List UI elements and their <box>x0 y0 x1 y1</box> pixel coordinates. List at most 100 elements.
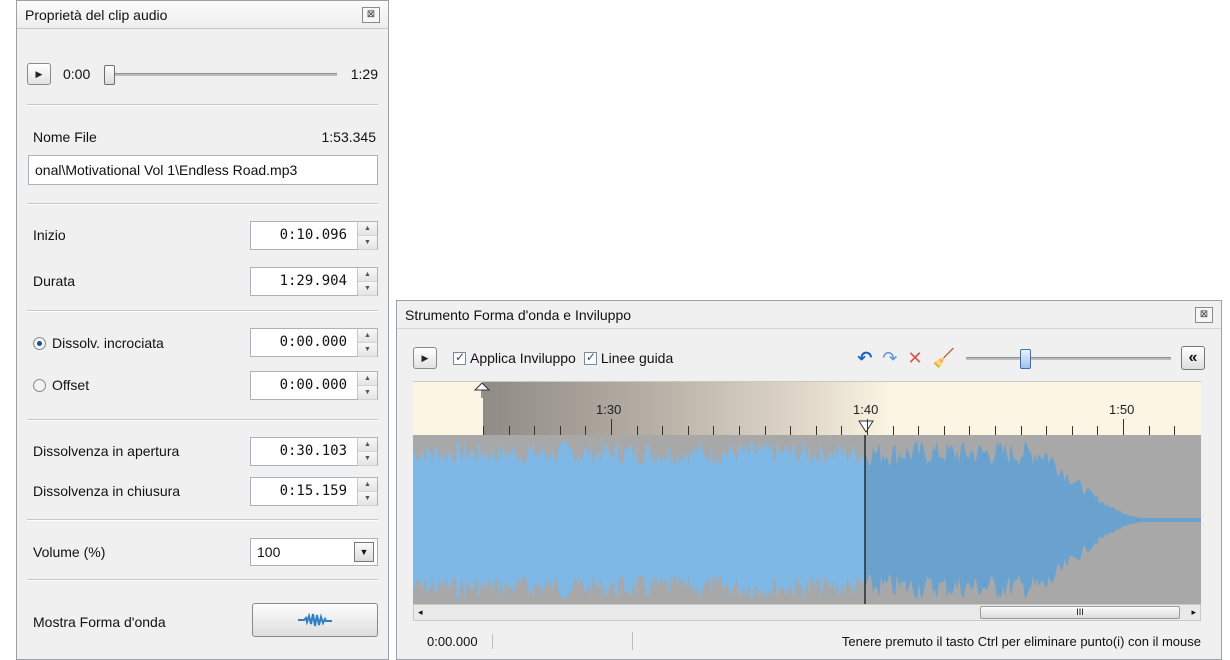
ruler-tick <box>790 426 792 435</box>
fade-out-value[interactable]: 0:15.159 <box>251 478 357 505</box>
crossfade-label: Dissolv. incrociata <box>52 335 164 351</box>
spin-up-icon[interactable]: ▲ <box>358 438 377 452</box>
divider <box>27 579 378 581</box>
offset-radio[interactable]: Offset <box>33 377 89 393</box>
file-path-text: onal\Motivational Vol 1\Endless Road.mp3 <box>35 162 298 178</box>
scroll-thumb[interactable]: III <box>980 606 1180 619</box>
zoom-slider[interactable] <box>966 348 1171 369</box>
ruler-tick <box>969 426 971 435</box>
fade-out-label: Dissolvenza in chiusura <box>33 483 181 499</box>
start-label: Inizio <box>33 227 66 243</box>
close-icon[interactable]: ⊠ <box>1195 306 1213 323</box>
crossfade-value[interactable]: 0:00.000 <box>251 329 357 356</box>
play-icon: ▶ <box>35 68 43 79</box>
player-current-time: 0:00 <box>63 66 91 82</box>
spin-down-icon[interactable]: ▼ <box>358 236 377 250</box>
spin-down-icon[interactable]: ▼ <box>358 386 377 400</box>
broom-clear-icon[interactable]: 🧹 <box>933 348 955 369</box>
radio-unselected-icon[interactable] <box>33 379 46 392</box>
undo-icon[interactable]: ↶ <box>857 348 872 369</box>
wave-play-button[interactable]: ▶ <box>413 347 437 369</box>
clip-panel-titlebar: Proprietà del clip audio ⊠ <box>17 1 388 29</box>
volume-select[interactable]: 100 ▼ <box>250 538 378 566</box>
fade-in-value[interactable]: 0:30.103 <box>251 438 357 465</box>
collapse-button[interactable]: « <box>1181 346 1205 370</box>
ruler-tick <box>1046 426 1048 435</box>
spin-up-icon[interactable]: ▲ <box>358 478 377 492</box>
offset-spinbox[interactable]: 0:00.000 ▲ ▼ <box>250 371 378 400</box>
ruler-tick <box>636 426 638 435</box>
wave-panel-title: Strumento Forma d'onda e Inviluppo <box>405 306 632 323</box>
spin-down-icon[interactable]: ▼ <box>358 343 377 357</box>
start-spinbox[interactable]: 0:10.096 ▲ ▼ <box>250 221 378 250</box>
ruler-tick <box>867 419 868 435</box>
offset-value[interactable]: 0:00.000 <box>251 372 357 399</box>
checkbox-checked-icon[interactable] <box>453 350 466 365</box>
ruler-tick <box>739 426 740 435</box>
spin-down-icon[interactable]: ▼ <box>358 282 377 296</box>
scroll-right-icon[interactable]: ▸ <box>1191 605 1196 620</box>
ruler-tick <box>1174 426 1176 435</box>
spin-up-icon[interactable]: ▲ <box>358 329 377 343</box>
spin-down-icon[interactable]: ▼ <box>358 452 377 466</box>
wave-toolbar: ▶ Applica Inviluppo Linee guida ↶ ↷ ✕ 🧹 … <box>413 345 1205 371</box>
start-value[interactable]: 0:10.096 <box>251 222 357 249</box>
spin-down-icon[interactable]: ▼ <box>358 492 377 506</box>
duration-value[interactable]: 1:29.904 <box>251 268 357 295</box>
playhead-marker-icon[interactable] <box>857 420 875 436</box>
guide-lines-label: Linee guida <box>600 350 674 366</box>
clip-start-marker-icon[interactable] <box>472 382 492 398</box>
fade-in-spinbox[interactable]: 0:30.103 ▲ ▼ <box>250 437 378 466</box>
ruler-tick <box>713 426 715 435</box>
show-waveform-label: Mostra Forma d'onda <box>33 614 166 630</box>
ruler-tick <box>1123 419 1124 435</box>
player-total-time: 1:29 <box>350 66 378 82</box>
divider <box>27 104 378 106</box>
ruler-tick <box>687 426 689 435</box>
ruler-tick <box>841 426 843 435</box>
waveform-graphic <box>413 435 1201 605</box>
show-waveform-button[interactable] <box>252 603 378 637</box>
file-path-field[interactable]: onal\Motivational Vol 1\Endless Road.mp3 <box>28 155 378 185</box>
ruler-tick <box>815 426 817 435</box>
volume-label: Volume (%) <box>33 544 106 560</box>
waveform-icon <box>298 613 332 627</box>
time-ruler[interactable]: 1:30 1:40 1:50 <box>413 381 1201 436</box>
spin-up-icon[interactable]: ▲ <box>358 268 377 282</box>
chevron-down-icon[interactable]: ▼ <box>354 542 374 562</box>
ruler-tick <box>1097 426 1099 435</box>
seek-slider-thumb[interactable] <box>104 64 116 85</box>
ruler-label-130: 1:30 <box>596 402 622 417</box>
player-seek-slider[interactable] <box>104 64 337 85</box>
redo-icon[interactable]: ↷ <box>882 348 897 369</box>
ruler-tick <box>1020 426 1022 435</box>
status-hint: Tenere premuto il tasto Ctrl per elimina… <box>841 633 1201 649</box>
zoom-slider-thumb[interactable] <box>1020 348 1032 369</box>
close-icon[interactable]: ⊠ <box>362 6 380 23</box>
file-name-label: Nome File <box>33 129 97 145</box>
play-button[interactable]: ▶ <box>27 63 51 85</box>
crossfade-spinbox[interactable]: 0:00.000 ▲ ▼ <box>250 328 378 357</box>
ruler-tick <box>508 426 510 435</box>
waveform-display[interactable] <box>413 435 1201 605</box>
crossfade-radio[interactable]: Dissolv. incrociata <box>33 335 164 351</box>
waveform-scrollbar[interactable]: ◂ III ▸ <box>413 604 1201 621</box>
player-row: ▶ 0:00 1:29 <box>27 63 378 85</box>
apply-envelope-label: Applica Inviluppo <box>470 350 576 366</box>
duration-spinbox[interactable]: 1:29.904 ▲ ▼ <box>250 267 378 296</box>
ruler-tick <box>764 426 766 435</box>
volume-value[interactable]: 100 <box>251 539 351 565</box>
radio-selected-icon[interactable] <box>33 337 46 350</box>
scroll-left-icon[interactable]: ◂ <box>418 605 423 620</box>
apply-envelope-checkbox[interactable]: Applica Inviluppo <box>453 350 576 366</box>
ruler-tick <box>918 426 920 435</box>
spin-up-icon[interactable]: ▲ <box>358 372 377 386</box>
guide-lines-checkbox[interactable]: Linee guida <box>583 350 674 366</box>
checkbox-checked-icon[interactable] <box>583 350 597 365</box>
delete-x-icon[interactable]: ✕ <box>907 348 922 369</box>
ruler-tick <box>483 426 484 435</box>
ruler-tick <box>892 426 894 435</box>
spin-up-icon[interactable]: ▲ <box>358 222 377 236</box>
ruler-tick <box>943 426 945 435</box>
fade-out-spinbox[interactable]: 0:15.159 ▲ ▼ <box>250 477 378 506</box>
